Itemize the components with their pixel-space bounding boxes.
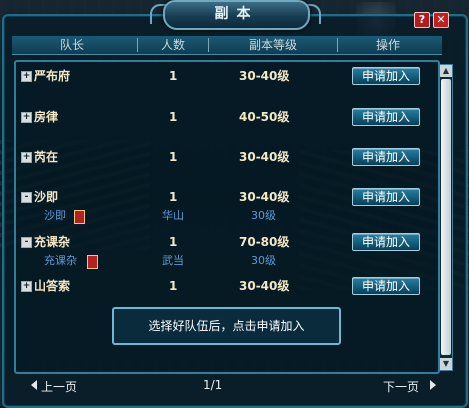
team-member-row: 充课杂 武当 30级 — [17, 253, 417, 269]
header-leader: 队长 — [59, 38, 84, 52]
dialog-title: 副本 — [214, 6, 259, 22]
prev-page-arrow-icon[interactable] — [31, 380, 37, 390]
team-level-range: 30-40级 — [239, 279, 290, 293]
team-member-count: 1 — [169, 279, 178, 293]
apply-join-button[interactable]: 申请加入 — [352, 233, 420, 251]
expand-toggle[interactable]: + — [21, 152, 32, 163]
team-leader-name: 沙即 — [34, 190, 59, 204]
help-button[interactable]: ? — [414, 12, 430, 28]
close-button[interactable]: ✕ — [433, 12, 449, 28]
collapse-toggle[interactable]: - — [21, 192, 32, 203]
header-action: 操作 — [375, 38, 400, 52]
header-count: 人数 — [160, 38, 185, 52]
member-school: 华山 — [162, 209, 184, 222]
apply-join-button[interactable]: 申请加入 — [352, 108, 420, 126]
member-level: 30级 — [251, 254, 276, 267]
scroll-down-arrow-icon[interactable]: ▼ — [440, 358, 452, 370]
member-school: 武当 — [162, 254, 184, 267]
page-indicator: 1/1 — [203, 378, 223, 392]
team-leader-name: 严布府 — [34, 69, 71, 83]
leader-flag-icon — [74, 210, 85, 224]
team-member-row: 沙即 华山 30级 — [17, 208, 417, 224]
team-row: + 房律 1 40-50级 申请加入 — [17, 108, 420, 126]
team-row: + 芮在 1 30-40级 申请加入 — [17, 148, 420, 166]
team-level-range: 40-50级 — [239, 110, 290, 124]
collapse-toggle[interactable]: - — [21, 237, 32, 248]
team-row: + 山答索 1 30-40级 申请加入 — [17, 277, 420, 295]
expand-toggle[interactable]: + — [21, 281, 32, 292]
next-page-arrow-icon[interactable] — [430, 380, 436, 390]
team-level-range: 30-40级 — [239, 190, 290, 204]
team-member-count: 1 — [169, 235, 178, 249]
leader-flag-icon — [87, 255, 98, 269]
team-member-count: 1 — [169, 110, 178, 124]
header-level: 副本等级 — [248, 38, 297, 52]
team-leader-name: 房律 — [34, 110, 59, 124]
team-row: + 严布府 1 30-40级 申请加入 — [17, 67, 420, 85]
instruction-tip: 选择好队伍后，点击申请加入 — [112, 307, 341, 345]
expand-toggle[interactable]: + — [21, 71, 32, 82]
apply-join-button[interactable]: 申请加入 — [352, 148, 420, 166]
prev-page-link[interactable]: 上一页 — [41, 378, 77, 395]
table-header: 队长 人数 副本等级 操作 — [12, 36, 442, 55]
scroll-thumb[interactable] — [441, 79, 451, 355]
team-leader-name: 芮在 — [34, 150, 59, 164]
team-leader-name: 山答索 — [34, 279, 71, 293]
team-level-range: 30-40级 — [239, 150, 290, 164]
scroll-up-arrow-icon[interactable]: ▲ — [440, 65, 452, 77]
member-name: 沙即 — [44, 209, 66, 222]
team-member-count: 1 — [169, 190, 178, 204]
apply-join-button[interactable]: 申请加入 — [352, 188, 420, 206]
team-member-count: 1 — [169, 69, 178, 83]
team-leader-name: 充课杂 — [34, 235, 71, 249]
expand-toggle[interactable]: + — [21, 112, 32, 123]
apply-join-button[interactable]: 申请加入 — [352, 277, 420, 295]
team-row: - 沙即 1 30-40级 申请加入 — [17, 188, 420, 206]
team-member-count: 1 — [169, 150, 178, 164]
member-level: 30级 — [251, 209, 276, 222]
member-name: 充课杂 — [44, 254, 77, 267]
apply-join-button[interactable]: 申请加入 — [352, 67, 420, 85]
team-level-range: 70-80级 — [239, 235, 290, 249]
team-row: - 充课杂 1 70-80级 申请加入 — [17, 233, 420, 251]
next-page-link[interactable]: 下一页 — [383, 378, 419, 395]
list-scrollbar[interactable]: ▲ ▼ — [439, 64, 453, 371]
team-level-range: 30-40级 — [239, 69, 290, 83]
